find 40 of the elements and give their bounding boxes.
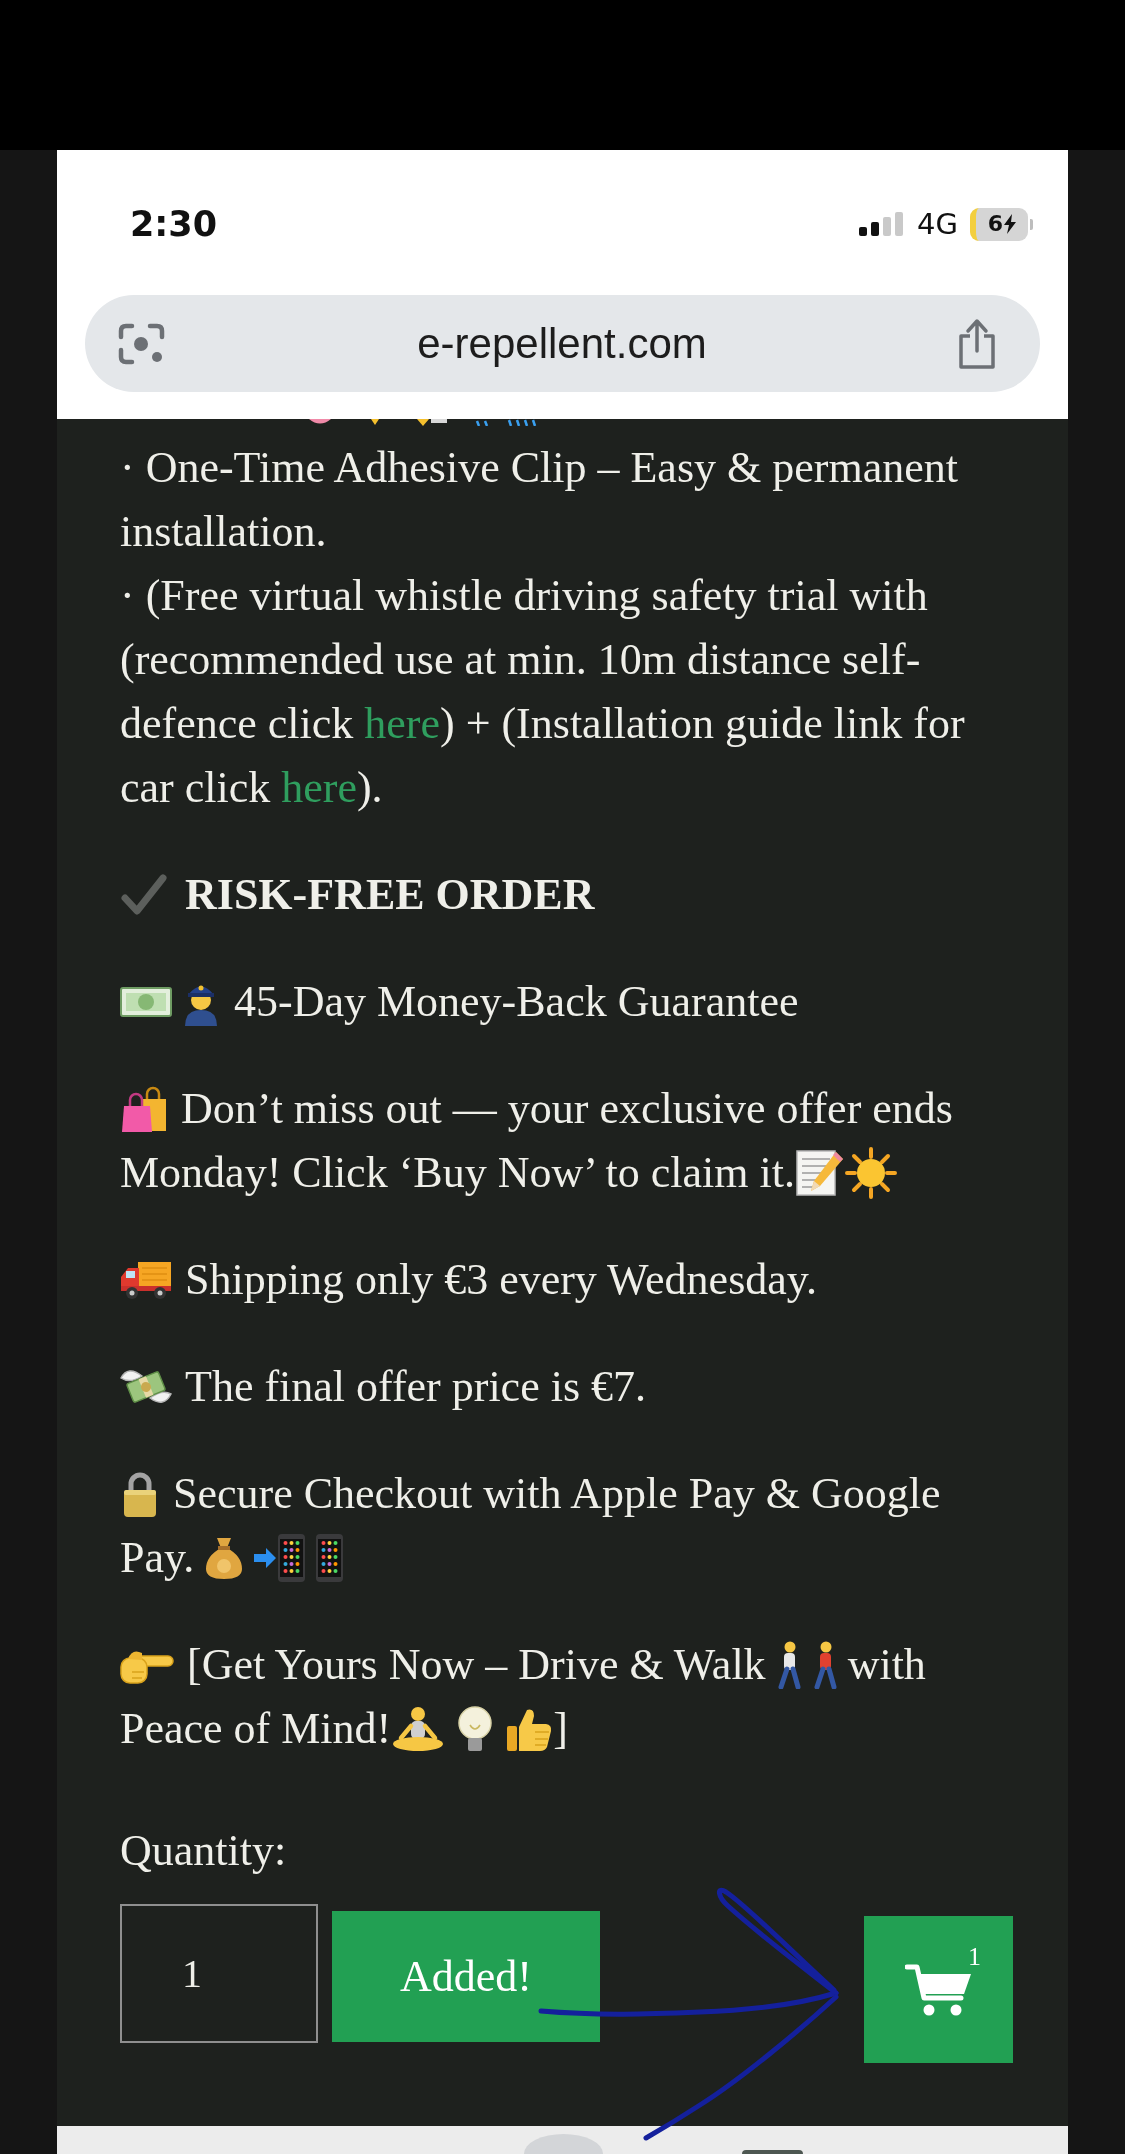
cta-text: Peace of Mind!	[120, 1703, 392, 1755]
address-bar[interactable]: e-repellent.com	[85, 295, 1040, 392]
shopping-bags-icon	[120, 1085, 168, 1133]
quantity-label: Quantity:	[120, 1825, 287, 1877]
url-text: e-repellent.com	[417, 319, 707, 368]
share-icon[interactable]	[957, 317, 997, 370]
signal-icon	[859, 212, 906, 236]
meditating-person-icon	[391, 1706, 446, 1752]
shipping-text: Shipping only €3 every Wednesday.	[185, 1254, 817, 1306]
cta-text: [Get Yours Now – Drive & Walk	[187, 1639, 766, 1691]
network-type: 4G	[917, 207, 958, 241]
sun-icon	[845, 1147, 897, 1199]
price-text: The final offer price is €7.	[185, 1361, 646, 1413]
cart-count: 1	[968, 1944, 981, 1970]
status-time: 2:30	[130, 204, 218, 244]
phone-with-arrow-icon	[254, 1534, 307, 1582]
walking-person-icon	[775, 1641, 802, 1689]
battery-percent: 6	[987, 213, 1004, 235]
truck-icon	[120, 1259, 172, 1301]
feature-text: · (Free virtual whistle driving safety trial with (recommended use at min. 10m distance self-defence click here) + (Installation guide link for car click here).	[120, 570, 966, 814]
heading-text: RISK-FREE ORDER	[185, 869, 595, 921]
cart-button[interactable]: 1	[864, 1916, 1013, 2063]
offer-text: Don’t miss out — your exclusive offer ends	[181, 1083, 953, 1135]
checkout-text: Pay.	[120, 1532, 195, 1584]
cta-text: with	[847, 1639, 926, 1691]
here-link[interactable]: here	[281, 763, 357, 812]
memo-icon	[795, 1148, 845, 1198]
mobile-phone-icon	[316, 1534, 344, 1582]
toolbar-button[interactable]	[742, 2150, 803, 2154]
checkout-text: Secure Checkout with Apple Pay & Google	[173, 1468, 941, 1520]
walking-person-icon	[811, 1641, 838, 1689]
money-bag-icon	[204, 1536, 245, 1580]
guarantee-text: 45-Day Money-Back Guarantee	[234, 976, 799, 1028]
offer-text: Monday! Click ‘Buy Now’ to claim it.	[120, 1147, 795, 1199]
closing-bracket: ]	[553, 1703, 568, 1755]
check-icon	[120, 873, 168, 917]
feature-text: · One-Time Adhesive Clip – Easy & permanent installation.	[120, 442, 959, 558]
added-button[interactable]: Added!	[332, 1911, 600, 2042]
quantity-field[interactable]: 1	[120, 1904, 318, 2043]
here-link[interactable]: here	[364, 699, 440, 748]
